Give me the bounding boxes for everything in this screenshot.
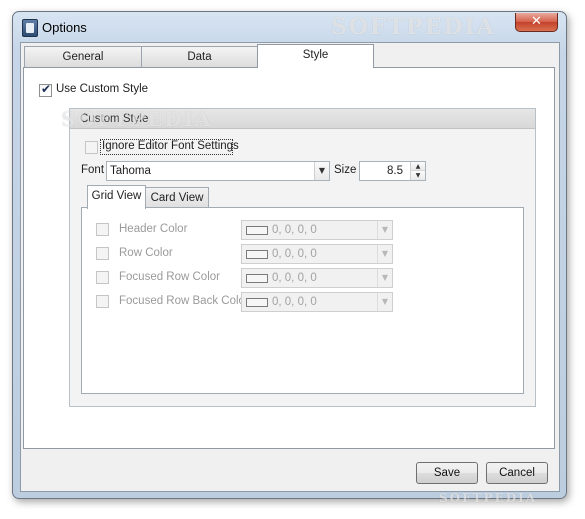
chevron-down-icon[interactable]: ▼ (377, 221, 392, 239)
ignore-editor-font-label[interactable]: Ignore Editor Font Settings (102, 140, 239, 152)
spin-down-icon[interactable]: ▼ (411, 171, 425, 180)
ignore-editor-font-checkbox[interactable] (85, 141, 98, 154)
size-label: Size (334, 164, 357, 176)
color-swatch (246, 298, 268, 307)
tab-card-view[interactable]: Card View (145, 187, 209, 209)
font-value: Tahoma (110, 165, 151, 177)
tab-grid-view[interactable]: Grid View (87, 185, 146, 209)
cancel-button[interactable]: Cancel (486, 462, 548, 484)
chevron-down-icon[interactable]: ▼ (377, 293, 392, 311)
header-color-label: Header Color (119, 223, 188, 235)
focused-row-color-label: Focused Row Color (119, 271, 220, 283)
focused-row-back-color-label: Focused Row Back Color (119, 295, 249, 307)
focused-row-back-color-checkbox[interactable] (96, 295, 109, 308)
chevron-down-icon[interactable]: ▼ (377, 245, 392, 263)
dialog-client: General Data Style Use Custom Style Cust… (20, 42, 560, 505)
grid-view-page: Header Color 0, 0, 0, 0 ▼ Row Color 0, 0… (81, 207, 524, 394)
header-color-value: 0, 0, 0, 0 (272, 224, 317, 236)
save-button[interactable]: Save (416, 462, 478, 484)
row-color-checkbox[interactable] (96, 247, 109, 260)
softpedia-watermark-bottom: SOFTPEDIA (439, 491, 538, 505)
use-custom-style-checkbox[interactable] (39, 82, 52, 97)
options-window: Options SOFTPEDIA ✕ General Data Style U… (12, 11, 567, 505)
color-swatch (246, 250, 268, 259)
custom-style-group: Custom Style SOFTPEDIA Ignore Editor Fon… (61, 107, 536, 407)
focused-row-back-color-value: 0, 0, 0, 0 (272, 296, 317, 308)
close-button[interactable]: ✕ (515, 13, 558, 32)
focused-row-color-checkbox[interactable] (96, 271, 109, 284)
focused-row-back-color-combo[interactable]: 0, 0, 0, 0 ▼ (241, 292, 393, 312)
header-color-checkbox[interactable] (96, 223, 109, 236)
color-swatch (246, 226, 268, 235)
font-combo[interactable]: Tahoma ▼ (106, 161, 330, 181)
spin-up-icon[interactable]: ▲ (411, 162, 425, 171)
tab-general[interactable]: General (24, 46, 142, 67)
color-swatch (246, 274, 268, 283)
size-spin-edit[interactable]: 8.5 ▲ ▼ (359, 161, 426, 181)
size-spin-buttons: ▲ ▼ (410, 162, 425, 180)
tab-data[interactable]: Data (141, 46, 258, 67)
header-color-combo[interactable]: 0, 0, 0, 0 ▼ (241, 220, 393, 240)
focused-row-color-combo[interactable]: 0, 0, 0, 0 ▼ (241, 268, 393, 288)
chevron-down-icon[interactable]: ▼ (377, 269, 392, 287)
focused-row-color-value: 0, 0, 0, 0 (272, 272, 317, 284)
custom-style-group-header: Custom Style (70, 109, 535, 129)
close-icon: ✕ (531, 14, 542, 29)
options-app-icon (22, 19, 38, 37)
window-title: Options (42, 20, 87, 35)
use-custom-style-label[interactable]: Use Custom Style (56, 83, 148, 95)
row-color-label: Row Color (119, 247, 173, 259)
row-color-value: 0, 0, 0, 0 (272, 248, 317, 260)
size-value: 8.5 (387, 165, 403, 177)
title-bar[interactable]: Options SOFTPEDIA ✕ (13, 12, 566, 42)
softpedia-watermark-top: SOFTPEDIA (331, 14, 496, 40)
row-color-combo[interactable]: 0, 0, 0, 0 ▼ (241, 244, 393, 264)
tab-style[interactable]: Style (257, 44, 374, 68)
style-page: Use Custom Style Custom Style SOFTPEDIA … (23, 67, 555, 449)
chevron-down-icon[interactable]: ▼ (314, 162, 329, 180)
font-label: Font (81, 164, 105, 176)
